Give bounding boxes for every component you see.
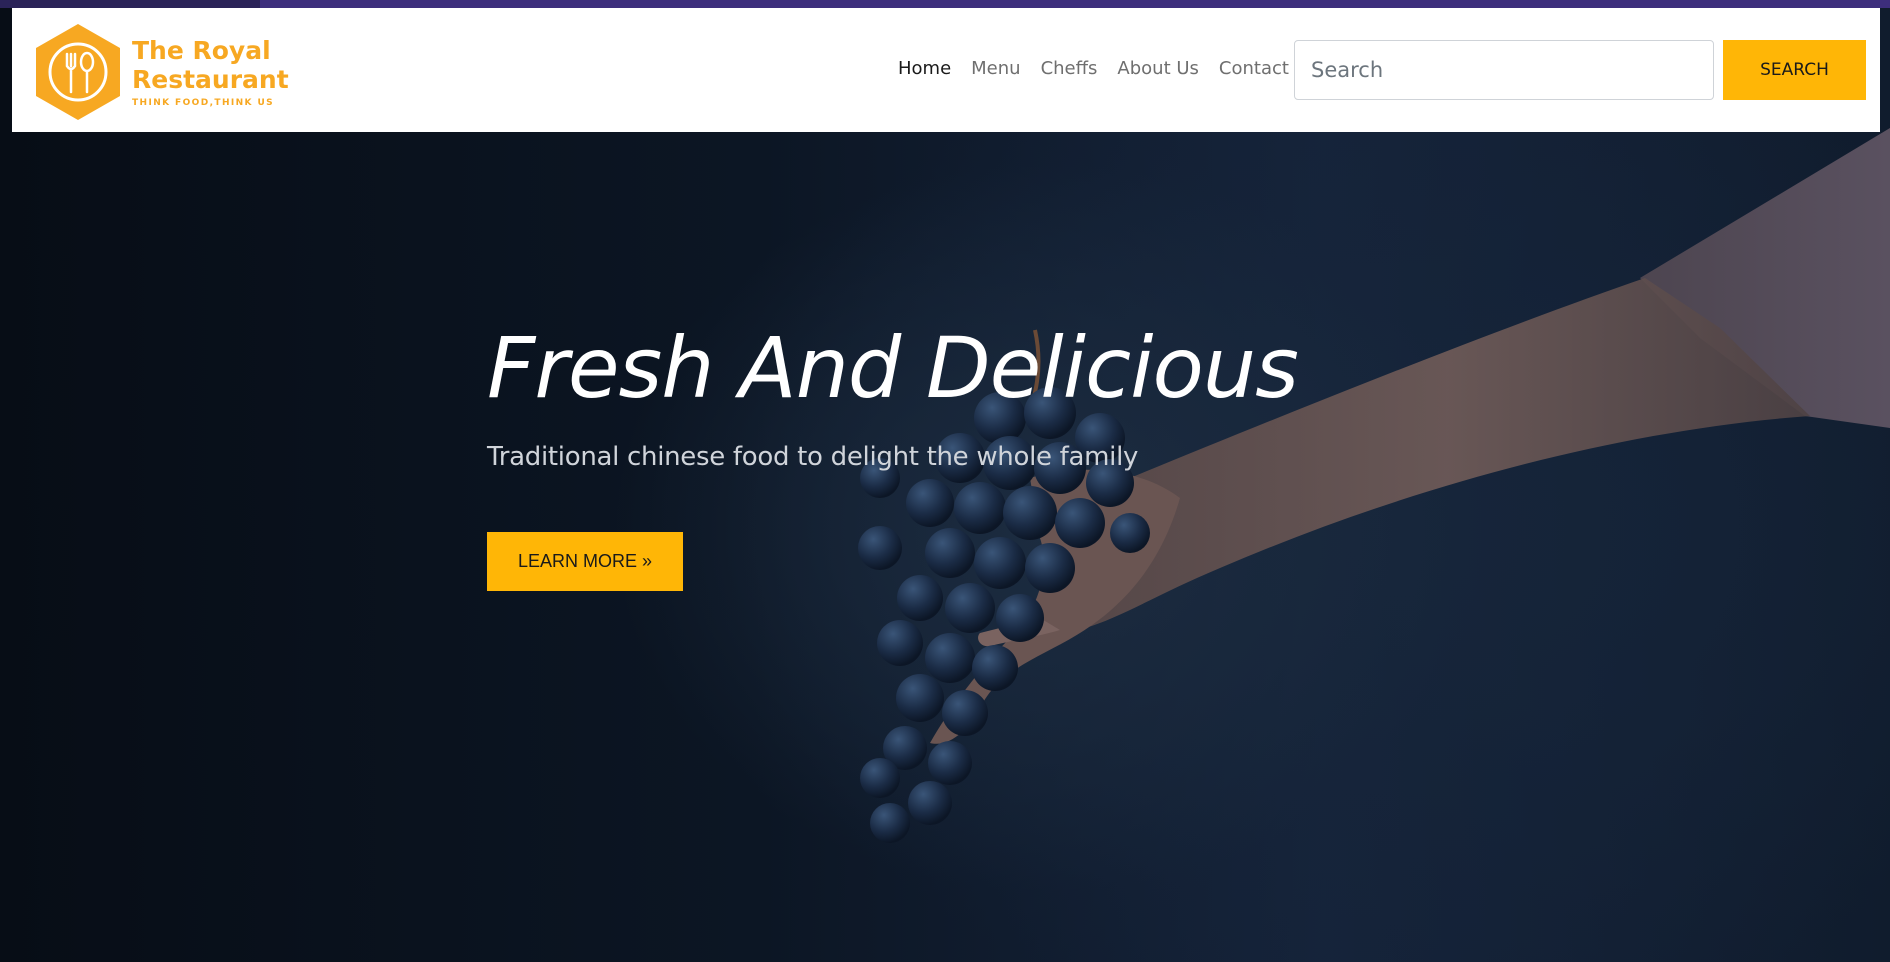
nav-item-contact[interactable]: Contact: [1219, 58, 1289, 79]
nav-item-home[interactable]: Home: [898, 58, 951, 79]
main-nav: Home Menu Cheffs About Us Contact: [898, 58, 1309, 79]
fork-spoon-hexagon-icon: [36, 24, 120, 120]
search-input[interactable]: [1294, 40, 1714, 100]
hero-content: Fresh And Delicious Traditional chinese …: [487, 319, 1387, 591]
learn-more-button[interactable]: LEARN MORE »: [487, 532, 683, 591]
site-header: The Royal Restaurant THINK FOOD,THINK US…: [12, 8, 1880, 132]
top-strip-accent: [260, 0, 1890, 8]
hero-subtitle: Traditional chinese food to delight the …: [487, 442, 1139, 472]
brand-name-line1: The Royal: [132, 36, 271, 65]
brand-tagline: THINK FOOD,THINK US: [132, 98, 275, 108]
brand-name-line2: Restaurant: [132, 65, 289, 94]
hero-title: Fresh And Delicious: [487, 319, 1299, 417]
hero-section: Fresh And Delicious Traditional chinese …: [0, 8, 1890, 962]
browser-top-strip: [0, 0, 1890, 8]
brand-text: The Royal Restaurant THINK FOOD,THINK US: [132, 36, 289, 108]
nav-item-menu[interactable]: Menu: [971, 58, 1020, 79]
nav-item-cheffs[interactable]: Cheffs: [1041, 58, 1098, 79]
brand-logo[interactable]: The Royal Restaurant THINK FOOD,THINK US: [34, 22, 289, 122]
search-button[interactable]: SEARCH: [1723, 40, 1866, 100]
nav-item-about-us[interactable]: About Us: [1117, 58, 1199, 79]
hero-background-image: [858, 128, 1890, 843]
